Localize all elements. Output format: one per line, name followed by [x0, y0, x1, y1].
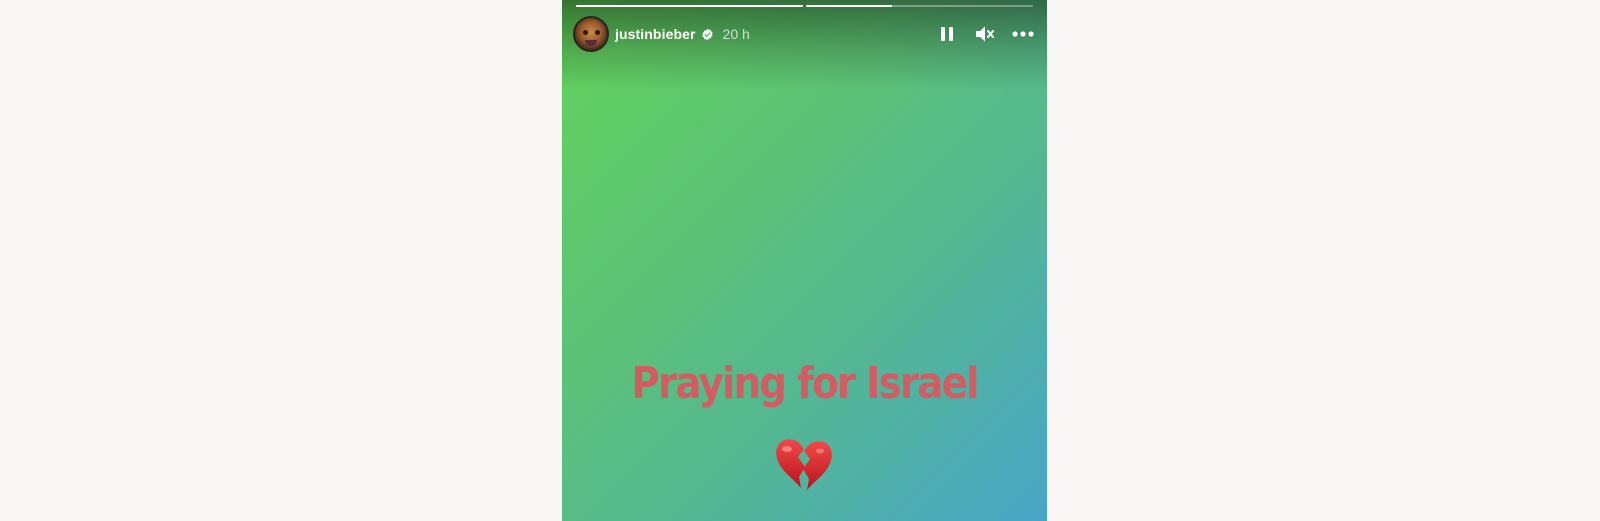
progress-segment: [806, 5, 1033, 7]
story-caption: Praying for Israel: [631, 358, 979, 409]
verified-badge-icon: [701, 28, 713, 40]
story-header: justinbieber 20 h: [573, 15, 1035, 53]
story-viewer[interactable]: justinbieber 20 h Praying for Israel: [562, 0, 1047, 521]
story-controls: [935, 22, 1035, 46]
progress-segment: [576, 5, 803, 7]
avatar[interactable]: [573, 16, 609, 52]
pause-button[interactable]: [935, 22, 959, 46]
more-options-button[interactable]: [1011, 22, 1035, 46]
more-options-icon: [1012, 31, 1034, 37]
pause-icon: [941, 27, 953, 41]
progress-fill: [806, 5, 893, 7]
broken-heart-icon: [776, 439, 832, 490]
post-time: 20 h: [722, 26, 750, 42]
muted-speaker-icon: [976, 26, 994, 42]
story-progress-bar: [576, 5, 1033, 7]
progress-fill: [576, 5, 803, 7]
page: justinbieber 20 h Praying for Israel: [0, 0, 1600, 521]
mute-button[interactable]: [973, 22, 997, 46]
username[interactable]: justinbieber: [615, 26, 696, 42]
